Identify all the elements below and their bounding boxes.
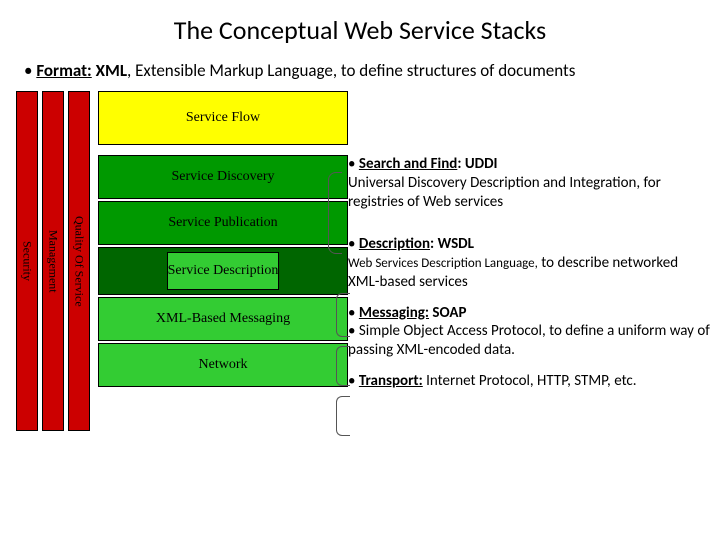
layer-stack: Service Flow Service Discovery Service P… (98, 91, 348, 389)
format-rest: , Extensible Markup Language, to define … (127, 60, 575, 81)
layer-desc-container: Service Description (98, 247, 348, 295)
annot-transport: • Transport: Internet Protocol, HTTP, ST… (348, 372, 710, 391)
format-line: • Format: XML, Extensible Markup Languag… (0, 54, 720, 91)
annot-search-find: • Search and Find: UDDI Universal Discov… (348, 155, 710, 211)
annot-messaging: • Messaging: SOAP • Simple Object Access… (348, 304, 710, 360)
annot-value: : WSDL (430, 235, 474, 253)
layer-network: Network (98, 343, 348, 387)
annot-label: Messaging: (359, 304, 429, 322)
brace-discovery-publication (328, 172, 342, 254)
annot-body: Simple Object Access Protocol, to define… (348, 322, 710, 359)
page-title: The Conceptual Web Service Stacks (0, 0, 720, 54)
layer-xml-messaging: XML-Based Messaging (98, 297, 348, 341)
annot-label: Transport: (359, 372, 423, 390)
annot-body-1: Web Services Description Language, (348, 256, 538, 271)
annot-label: Search and Find (359, 155, 457, 173)
annot-value: SOAP (429, 304, 467, 322)
annot-body: Universal Discovery Description and Inte… (348, 174, 661, 211)
annot-label: Description (359, 235, 430, 253)
vbar-management: Management (42, 91, 64, 431)
annot-value: Internet Protocol, HTTP, STMP, etc. (423, 372, 637, 390)
annot-value: : UDDI (457, 155, 497, 173)
layer-service-description: Service Description (167, 252, 280, 290)
format-label: Format: (36, 60, 91, 81)
stacks-diagram: Security Management Quality Of Service S… (8, 91, 348, 501)
annot-description: • Description: WSDL Web Services Descrip… (348, 235, 710, 291)
layer-service-discovery: Service Discovery (98, 155, 348, 199)
format-value: XML (96, 60, 127, 81)
layer-service-flow: Service Flow (98, 91, 348, 145)
vbar-qos: Quality Of Service (68, 91, 90, 431)
layer-service-publication: Service Publication (98, 201, 348, 245)
annotations: • Search and Find: UDDI Universal Discov… (348, 155, 710, 403)
vbar-security: Security (16, 91, 38, 431)
